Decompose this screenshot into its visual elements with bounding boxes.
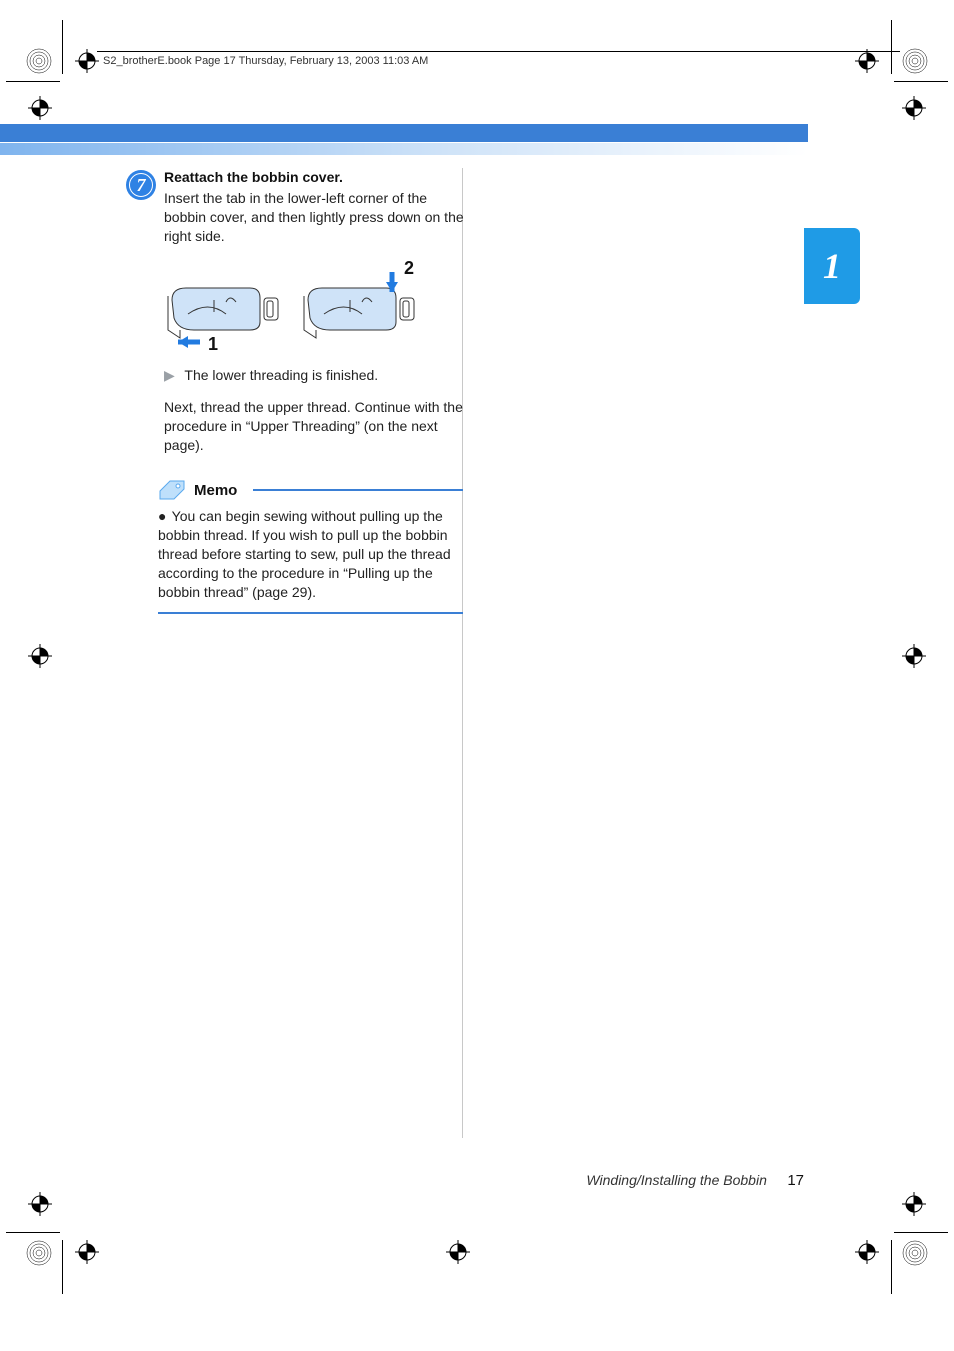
footer-section: Winding/Installing the Bobbin — [586, 1172, 766, 1188]
registration-mark-icon — [855, 49, 879, 78]
memo-header: Memo — [158, 479, 463, 501]
registration-mark-icon — [902, 96, 926, 125]
crop-hairline — [894, 81, 948, 82]
illustration-callout-2: 2 — [404, 260, 414, 278]
memo-box: Memo ● You can begin sewing without pull… — [158, 479, 463, 613]
bobbin-cover-illustration: 1 2 — [164, 260, 434, 352]
manual-page: S2_brotherE.book Page 17 Thursday, Febru… — [0, 0, 954, 1351]
registration-mark-icon — [28, 1192, 52, 1221]
crop-ornament-top-left — [26, 48, 52, 74]
content-column: 7 Reattach the bobbin cover. Insert the … — [128, 168, 466, 614]
registration-mark-icon — [75, 49, 99, 78]
registration-mark-icon — [855, 1240, 879, 1269]
registration-mark-icon — [28, 96, 52, 125]
result-line: ▶ The lower threading is finished. — [164, 366, 466, 385]
crop-hairline — [6, 1232, 60, 1233]
step-body: Insert the tab in the lower-left corner … — [164, 189, 466, 246]
memo-tag-icon — [158, 479, 186, 501]
registration-mark-icon — [28, 644, 52, 673]
footer-page-number: 17 — [787, 1172, 804, 1189]
crop-hairline — [62, 1240, 63, 1294]
registration-mark-icon — [902, 1192, 926, 1221]
chapter-tab: 1 — [804, 228, 860, 304]
illustration-callout-1: 1 — [208, 334, 218, 352]
crop-ornament-bottom-left — [26, 1240, 52, 1266]
memo-footer-rule — [158, 612, 463, 614]
memo-bullet-icon: ● — [158, 507, 168, 526]
chapter-header-fade — [0, 143, 808, 155]
memo-body: ● You can begin sewing without pulling u… — [158, 501, 463, 611]
result-text: The lower threading is finished. — [184, 367, 378, 383]
memo-text: You can begin sewing without pulling up … — [158, 508, 451, 600]
running-head: S2_brotherE.book Page 17 Thursday, Febru… — [103, 55, 428, 67]
header-rule — [97, 51, 900, 52]
crop-ornament-bottom-right — [902, 1240, 928, 1266]
crop-hairline — [891, 20, 892, 74]
crop-ornament-top-right — [902, 48, 928, 74]
crop-hairline — [891, 1240, 892, 1294]
memo-header-rule — [253, 489, 463, 491]
chapter-number: 1 — [823, 245, 841, 287]
step-number-badge: 7 — [126, 170, 156, 200]
crop-hairline — [894, 1232, 948, 1233]
page-footer: Winding/Installing the Bobbin 17 — [0, 1172, 954, 1190]
chapter-header-bar — [0, 124, 808, 142]
memo-label: Memo — [194, 482, 237, 499]
crop-hairline — [62, 20, 63, 74]
registration-mark-icon — [75, 1240, 99, 1269]
followup-paragraph: Next, thread the upper thread. Continue … — [164, 398, 466, 455]
registration-mark-icon — [446, 1240, 470, 1269]
step-title: Reattach the bobbin cover. — [164, 168, 466, 187]
result-marker-icon: ▶ — [164, 367, 175, 383]
registration-mark-icon — [902, 644, 926, 673]
crop-hairline — [6, 81, 60, 82]
